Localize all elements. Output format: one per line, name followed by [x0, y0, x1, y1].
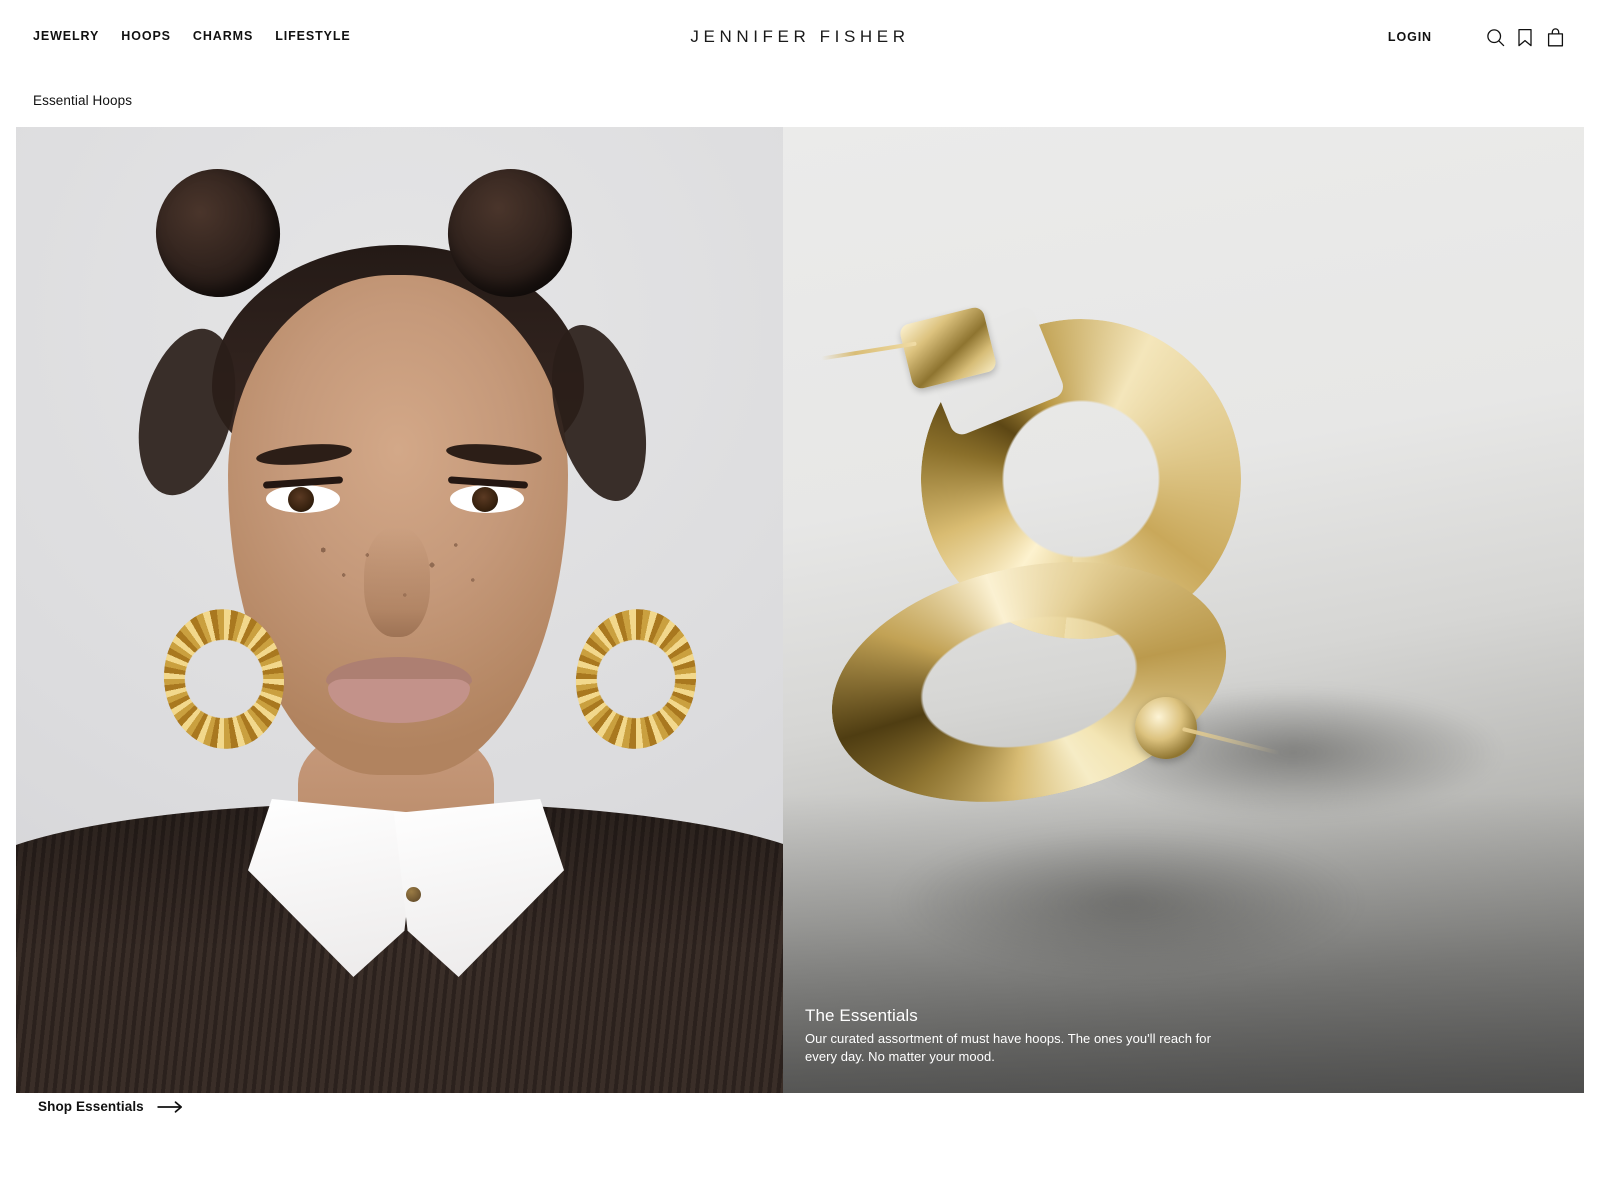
- product-still-life-illustration: [783, 127, 1584, 1093]
- bookmark-icon[interactable]: [1510, 25, 1540, 49]
- eye-left: [266, 485, 340, 513]
- breadcrumb[interactable]: Essential Hoops: [33, 92, 132, 110]
- hero-overlay-title: The Essentials: [805, 1006, 918, 1025]
- breadcrumb-bar: Essential Hoops: [0, 75, 1600, 127]
- collar-button: [406, 887, 421, 902]
- site-logo[interactable]: JENNIFER FISHER: [0, 26, 1600, 47]
- model-portrait-illustration: [16, 127, 783, 1093]
- hoop-shadow-front: [893, 827, 1363, 977]
- search-icon[interactable]: [1480, 25, 1510, 49]
- login-link[interactable]: LOGIN: [1388, 28, 1432, 46]
- shop-essentials-cta[interactable]: Shop Essentials: [38, 1097, 183, 1117]
- shop-essentials-label: Shop Essentials: [38, 1099, 144, 1114]
- hero-image-model[interactable]: [16, 127, 783, 1093]
- nose: [364, 527, 430, 637]
- hair-bun-left: [147, 160, 289, 306]
- hero-overlay-description: Our curated assortment of must have hoop…: [805, 1031, 1211, 1064]
- hero-image-product[interactable]: The Essentials Our curated assortment of…: [783, 127, 1584, 1093]
- eye-right: [450, 485, 524, 513]
- worn-hoop-earring-right: [569, 603, 703, 755]
- hero-overlay-text: The Essentials Our curated assortment of…: [805, 1005, 1235, 1065]
- site-header: JEWELRY HOOPS CHARMS LIFESTYLE JENNIFER …: [0, 0, 1600, 75]
- hero-section: The Essentials Our curated assortment of…: [16, 127, 1584, 1093]
- page-root: JEWELRY HOOPS CHARMS LIFESTYLE JENNIFER …: [0, 0, 1600, 1200]
- arrow-right-icon: [157, 1101, 182, 1113]
- shopping-bag-icon[interactable]: [1540, 25, 1570, 49]
- header-utility-nav: LOGIN: [1388, 25, 1570, 49]
- earring-post-back: [821, 341, 917, 361]
